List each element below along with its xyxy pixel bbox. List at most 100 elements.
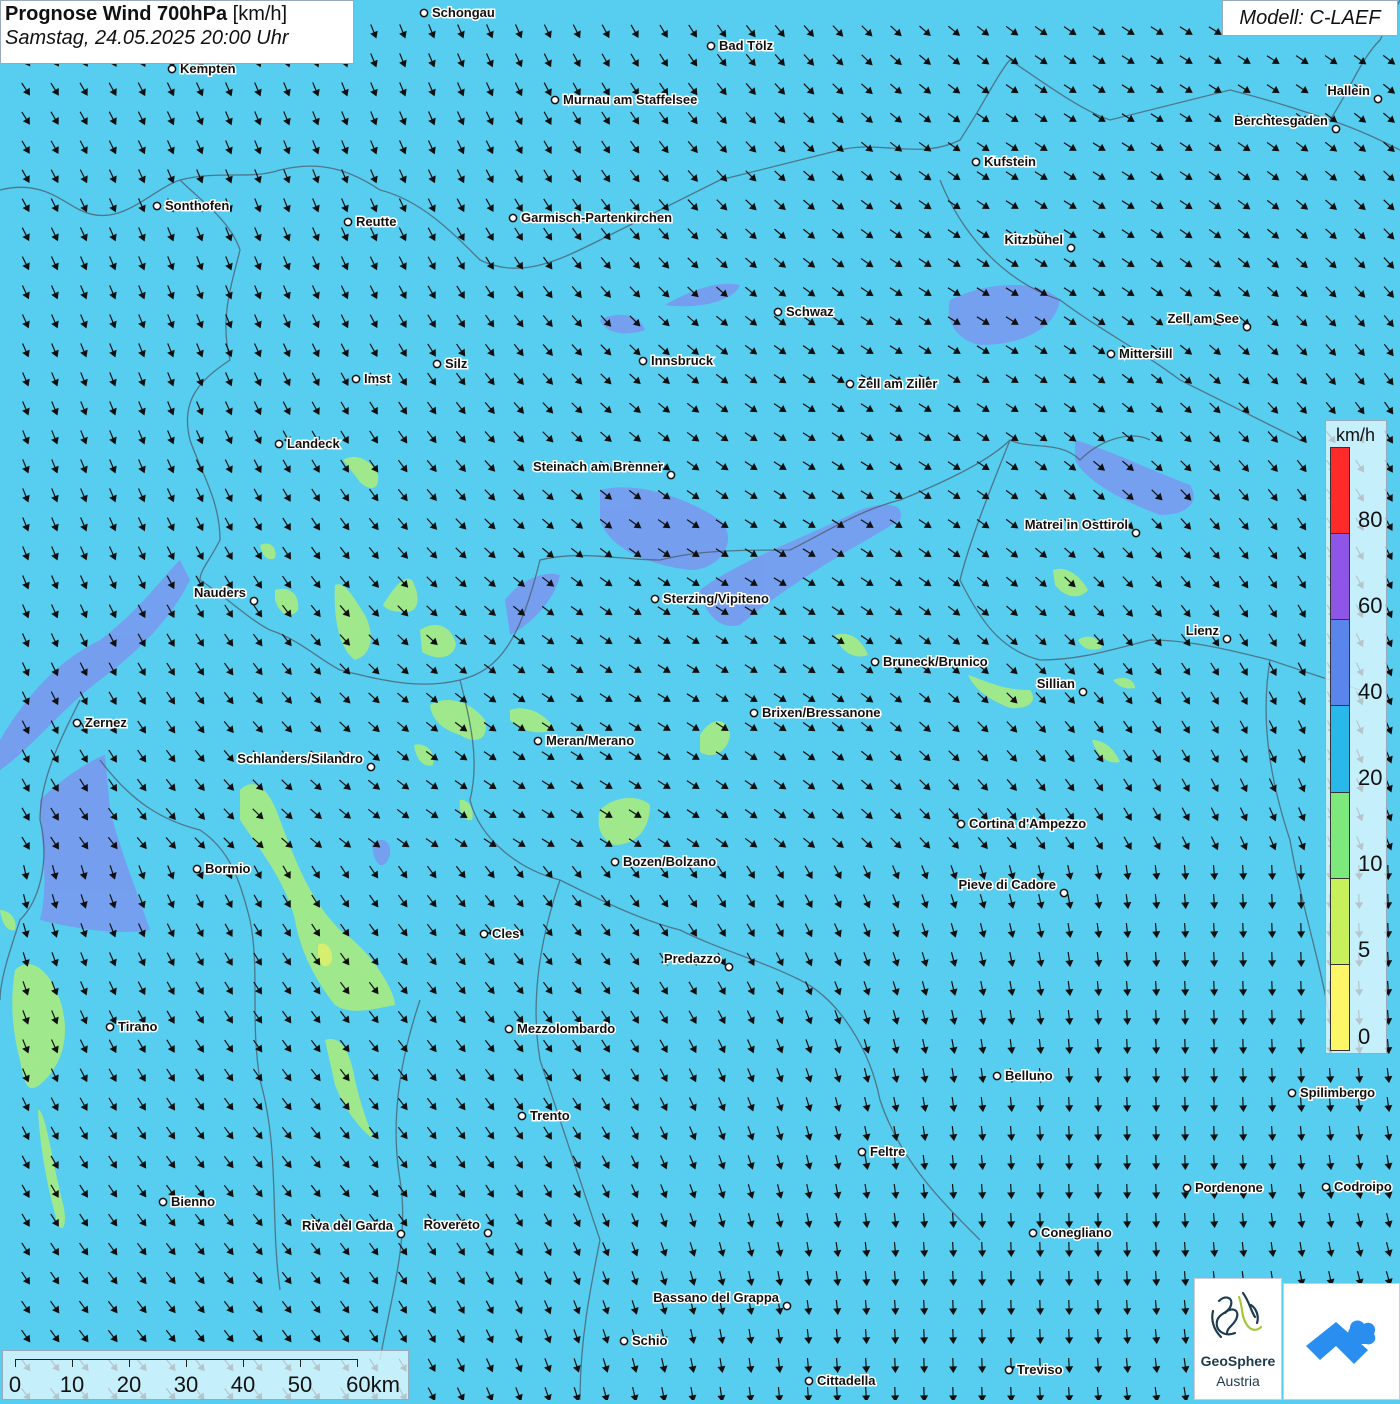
city-dot [957, 820, 964, 827]
city-marker: Spilimbergo [1288, 1085, 1375, 1100]
legend-segment-10-20 [1331, 793, 1349, 879]
city-dot [1107, 350, 1114, 357]
city-name: Bozen/Bolzano [623, 854, 716, 869]
city-dot [250, 597, 257, 604]
city-marker: Bozen/Bolzano [611, 854, 716, 869]
legend-segment-60-80 [1331, 534, 1349, 620]
city-marker: Sonthofen [153, 198, 229, 213]
city-name: Garmisch-Partenkirchen [521, 210, 672, 225]
scale-tick [357, 1359, 358, 1367]
city-dot [1288, 1089, 1295, 1096]
city-name: Schio [632, 1333, 667, 1348]
city-dot [993, 1072, 1000, 1079]
city-dot [846, 380, 853, 387]
city-marker: Cortina d'Ampezzo [957, 816, 1086, 831]
city-name: Hallein [1327, 83, 1370, 98]
city-dot [871, 658, 878, 665]
city-dot [153, 202, 160, 209]
city-name: Bruneck/Brunico [883, 654, 988, 669]
city-name: Nauders [194, 585, 246, 600]
city-dot [1067, 244, 1074, 251]
city-marker: Pordenone [1183, 1180, 1263, 1195]
scale-label: 0 [9, 1372, 21, 1398]
city-dot [1060, 889, 1067, 896]
city-name: Treviso [1017, 1362, 1063, 1377]
geosphere-subtitle: Austria [1195, 1373, 1281, 1389]
city-dot [73, 719, 80, 726]
city-dot [1183, 1184, 1190, 1191]
scale-label: 50 [288, 1372, 312, 1398]
legend-segment-20-40 [1331, 706, 1349, 792]
city-marker: Meran/Merano [534, 733, 634, 748]
city-name: Schlanders/Silandro [237, 751, 363, 766]
city-dot [750, 709, 757, 716]
city-name: Rovereto [424, 1217, 480, 1232]
city-dot [972, 158, 979, 165]
legend-segment-5-10 [1331, 879, 1349, 965]
geosphere-logo[interactable]: GeoSphere Austria [1194, 1278, 1282, 1400]
city-name: Spilimbergo [1300, 1085, 1375, 1100]
city-marker: Bruneck/Brunico [871, 654, 987, 669]
scale-tick [129, 1359, 130, 1367]
scale-tick [243, 1359, 244, 1367]
city-dot [1029, 1229, 1036, 1236]
city-dot [159, 1198, 166, 1205]
app-logo[interactable] [1283, 1283, 1400, 1400]
city-dot [1322, 1183, 1329, 1190]
city-name: Meran/Merano [546, 733, 634, 748]
city-name: Silz [445, 356, 468, 371]
city-name: Schwaz [786, 304, 834, 319]
city-dot [774, 308, 781, 315]
city-dot [275, 440, 282, 447]
city-dot [725, 963, 732, 970]
city-dot [367, 763, 374, 770]
city-name: Cittadella [817, 1373, 876, 1388]
legend-color-bar [1330, 447, 1350, 1051]
city-dot [433, 360, 440, 367]
scale-tick [186, 1359, 187, 1367]
city-name: Schongau [432, 5, 495, 20]
city-marker: Sterzing/Vipiteno [651, 591, 769, 606]
city-dot [1132, 529, 1139, 536]
legend-segment-40-60 [1331, 620, 1349, 706]
city-name: Brixen/Bressanone [762, 705, 881, 720]
map-title: Prognose Wind 700hPa [km/h] [5, 3, 349, 26]
city-name: Bad Tölz [719, 38, 774, 53]
city-marker: Garmisch-Partenkirchen [509, 210, 672, 225]
city-dot [620, 1337, 627, 1344]
city-dot [667, 471, 674, 478]
city-name: Mittersill [1119, 346, 1172, 361]
city-dot [397, 1230, 404, 1237]
city-dot [1374, 95, 1381, 102]
scale-label: 40 [231, 1372, 255, 1398]
city-name: Pordenone [1195, 1180, 1263, 1195]
city-marker: Conegliano [1029, 1225, 1111, 1240]
city-marker: Schongau [420, 5, 494, 20]
geosphere-emblem-icon [1195, 1283, 1281, 1353]
city-name: Trento [530, 1108, 570, 1123]
city-dot [509, 214, 516, 221]
city-name: Sonthofen [165, 198, 229, 213]
city-name: Conegliano [1041, 1225, 1112, 1240]
city-marker: Mezzolombardo [505, 1021, 615, 1036]
city-dot [707, 42, 714, 49]
scale-label: 10 [60, 1372, 84, 1398]
city-dot [480, 930, 487, 937]
city-name: Bormio [205, 861, 251, 876]
city-dot [106, 1023, 113, 1030]
city-name: Lienz [1186, 623, 1220, 638]
city-dot [420, 9, 427, 16]
city-name: Steinach am Brenner [533, 459, 663, 474]
city-name: Sillian [1037, 676, 1075, 691]
city-marker: Brixen/Bressanone [750, 705, 880, 720]
city-name: Landeck [287, 436, 341, 451]
legend-segment-80-plus [1331, 448, 1349, 534]
scale-label: 60km [346, 1372, 400, 1398]
city-dot [783, 1302, 790, 1309]
legend-tick: 20 [1358, 765, 1382, 791]
city-name: Cles [492, 926, 519, 941]
city-dot [1223, 635, 1230, 642]
city-name: Zell am See [1167, 311, 1239, 326]
wind-forecast-map: SchongauBad TölzKemptenMurnau am Staffel… [0, 0, 1400, 1400]
city-dot [193, 865, 200, 872]
